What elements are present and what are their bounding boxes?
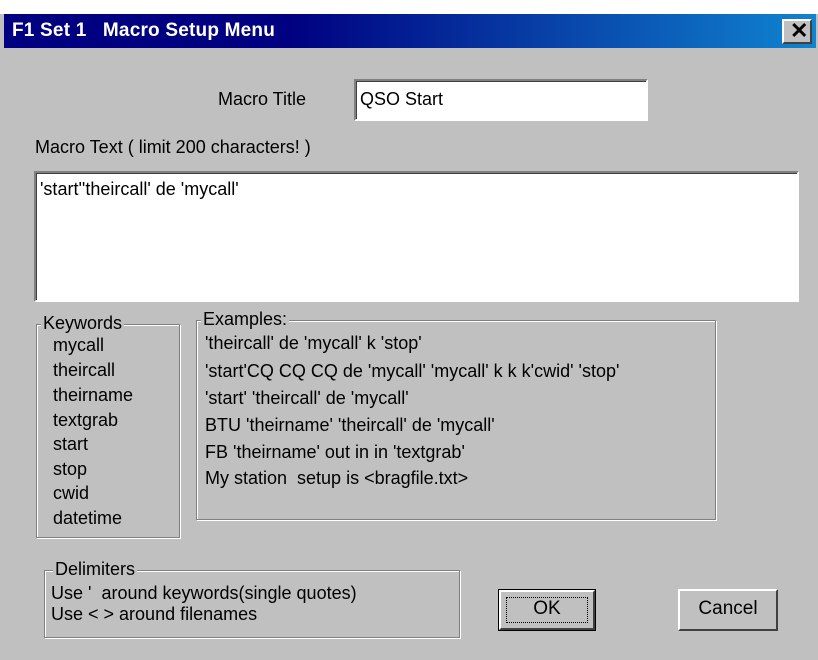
- cancel-button[interactable]: Cancel: [678, 589, 778, 631]
- keyword-item: mycall: [53, 335, 105, 355]
- macro-text-label: Macro Text ( limit 200 characters! ): [35, 137, 311, 157]
- delimiter-line: Use < > around filenames: [51, 604, 258, 624]
- macro-text-value: 'start''theircall' de 'mycall': [40, 179, 239, 199]
- macro-title-input[interactable]: QSO Start: [354, 79, 648, 121]
- keyword-item: start: [53, 434, 89, 454]
- keyword-item: textgrab: [53, 410, 119, 430]
- focus-rectangle: [506, 597, 588, 623]
- example-item: 'theircall' de 'mycall' k 'stop': [205, 333, 422, 353]
- macro-text-area[interactable]: 'start''theircall' de 'mycall': [34, 171, 799, 302]
- close-button[interactable]: ✕: [782, 18, 812, 44]
- examples-legend: Examples:: [201, 309, 290, 330]
- keyword-item: cwid: [53, 483, 90, 503]
- examples-group: Examples: 'theircall' de 'mycall' k 'sto…: [196, 309, 716, 520]
- macro-title-label: Macro Title: [218, 89, 307, 109]
- keyword-item: theirname: [53, 385, 134, 405]
- cancel-button-label: Cancel: [698, 598, 758, 619]
- example-item: FB 'theirname' out in in 'textgrab': [205, 442, 465, 462]
- top-strip: [0, 0, 818, 14]
- keyword-item: datetime: [53, 508, 123, 528]
- window-title: F1 Set 1 Macro Setup Menu: [12, 20, 276, 41]
- keywords-group: Keywords mycall theircall theirname text…: [36, 313, 180, 538]
- keywords-legend: Keywords: [41, 313, 125, 334]
- ok-button[interactable]: OK: [498, 589, 596, 631]
- example-item: My station setup is <bragfile.txt>: [205, 468, 469, 488]
- delimiters-group: Delimiters Use ' around keywords(single …: [44, 559, 460, 638]
- example-item: BTU 'theirname' 'theircall' de 'mycall': [205, 415, 495, 435]
- delimiters-legend: Delimiters: [53, 559, 138, 580]
- example-item: 'start' 'theircall' de 'mycall': [205, 388, 409, 408]
- title-bar[interactable]: F1 Set 1 Macro Setup Menu ✕: [4, 14, 816, 48]
- close-icon: ✕: [790, 18, 809, 43]
- keyword-item: theircall: [53, 360, 116, 380]
- macro-title-value: QSO Start: [360, 89, 444, 109]
- example-item: 'start'CQ CQ CQ de 'mycall' 'mycall' k k…: [205, 361, 620, 381]
- keyword-item: stop: [53, 459, 88, 479]
- delimiter-line: Use ' around keywords(single quotes): [51, 583, 357, 603]
